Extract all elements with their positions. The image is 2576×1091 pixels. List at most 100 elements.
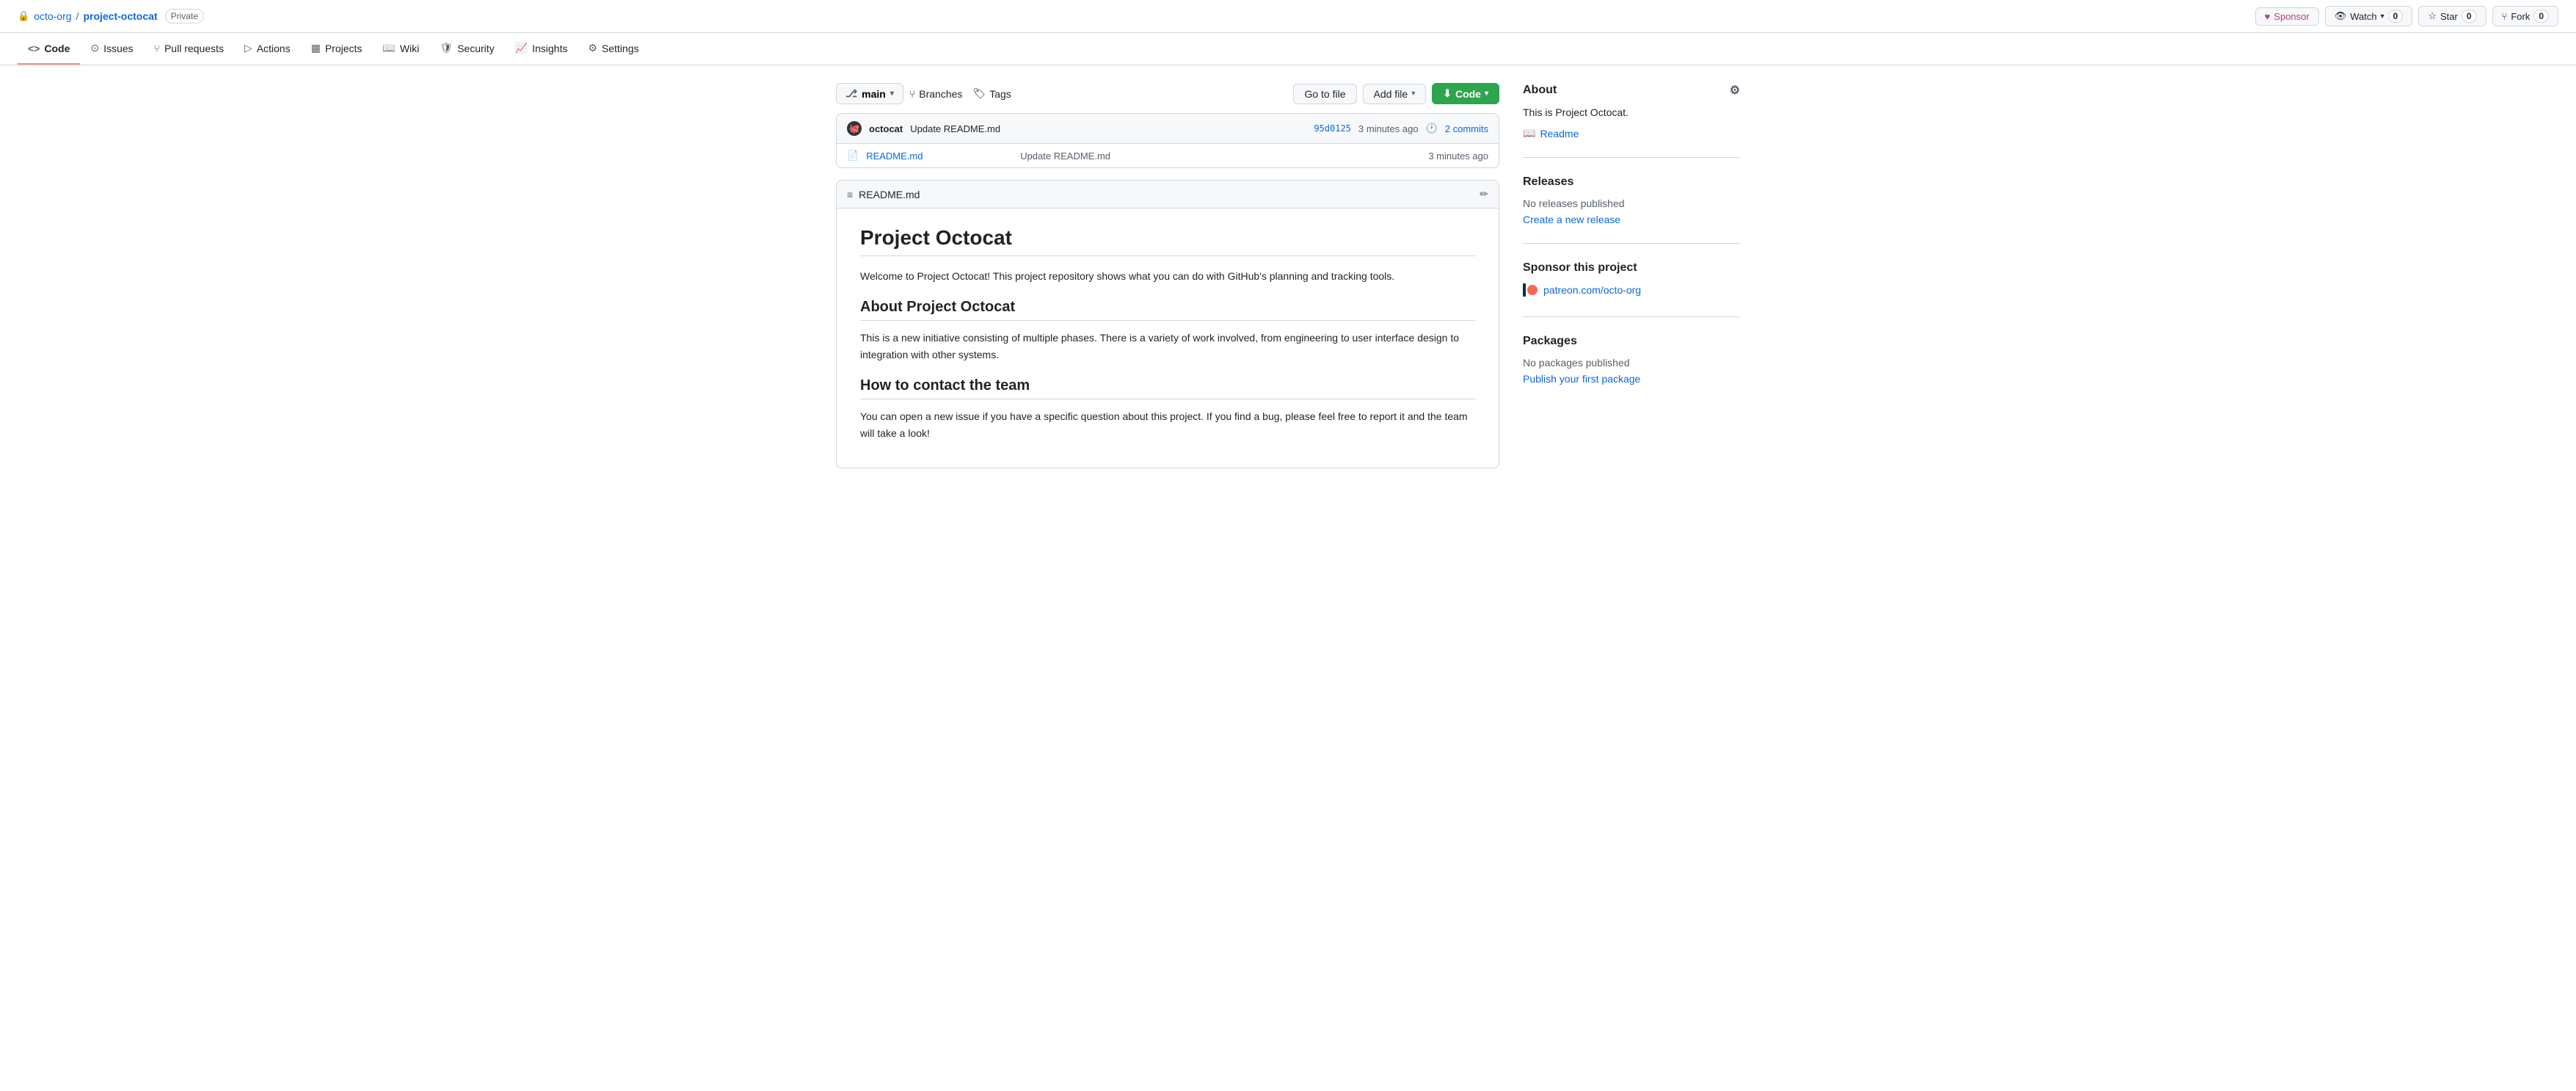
- readme-main-title: Project Octocat: [860, 226, 1475, 256]
- octocat-icon: 🐙: [849, 123, 860, 134]
- sidebar-sponsor-section: Sponsor this project patreon.com/octo-or…: [1523, 261, 1740, 317]
- sponsor-label: Sponsor: [2274, 11, 2309, 22]
- star-label: Star: [2440, 11, 2458, 22]
- sidebar-releases-section: Releases No releases published Create a …: [1523, 175, 1740, 244]
- sidebar-about-title: About ⚙: [1523, 83, 1740, 98]
- issue-icon: ⊙: [90, 42, 99, 54]
- file-time: 3 minutes ago: [1428, 151, 1488, 162]
- sponsor-button[interactable]: ♥ Sponsor: [2255, 7, 2319, 26]
- repo-content: ⎇ main ▾ ⑂ Branches 🏷 Tags Go to file Ad…: [836, 83, 1499, 468]
- repo-nav: <> Code ⊙ Issues ⑂ Pull requests ▷ Actio…: [0, 33, 2576, 65]
- tags-link[interactable]: 🏷 Tags: [972, 87, 1011, 100]
- org-link[interactable]: octo-org: [34, 10, 71, 22]
- wiki-icon: 📖: [382, 42, 395, 54]
- sponsor-title-text: Sponsor this project: [1523, 261, 1637, 275]
- fork-button[interactable]: ⑂ Fork 0: [2492, 6, 2559, 26]
- tab-security[interactable]: 🛡 Security: [429, 33, 504, 65]
- branch-selector[interactable]: ⎇ main ▾: [836, 83, 903, 104]
- eye-icon: 👁: [2335, 10, 2347, 22]
- create-release-link[interactable]: Create a new release: [1523, 214, 1620, 225]
- branches-link[interactable]: ⑂ Branches: [909, 88, 963, 100]
- releases-title-text: Releases: [1523, 175, 1573, 189]
- readme-title: ≡ README.md: [847, 189, 920, 200]
- code-dropdown-button[interactable]: ⬇ Code ▾: [1432, 83, 1499, 104]
- watch-button[interactable]: 👁 Watch ▾ 0: [2325, 6, 2413, 26]
- tab-code-label: Code: [44, 43, 70, 54]
- add-file-button[interactable]: Add file ▾: [1363, 84, 1427, 104]
- readme-box: ≡ README.md ✏ Project Octocat Welcome to…: [836, 180, 1499, 468]
- security-icon: 🛡: [440, 42, 453, 54]
- code-icon: <>: [28, 43, 40, 54]
- publish-package-link[interactable]: Publish your first package: [1523, 373, 1640, 385]
- watch-count: 0: [2388, 10, 2404, 23]
- topbar: 🔒 octo-org / project-octocat Private ♥ S…: [0, 0, 2576, 33]
- star-icon: ☆: [2428, 10, 2437, 22]
- tab-pull-requests[interactable]: ⑂ Pull requests: [144, 34, 234, 65]
- tab-issues[interactable]: ⊙ Issues: [80, 33, 143, 65]
- file-name-link[interactable]: README.md: [866, 151, 1013, 162]
- download-icon: ⬇: [1443, 87, 1452, 100]
- list-icon: ≡: [847, 189, 853, 200]
- readme-link[interactable]: 📖 Readme: [1523, 127, 1579, 139]
- chevron-down-icon: ▾: [2381, 12, 2384, 21]
- tab-security-label: Security: [457, 43, 495, 54]
- repo-sidebar: About ⚙ This is Project Octocat. 📖 Readm…: [1523, 83, 1740, 468]
- readme-contact-heading: How to contact the team: [860, 377, 1475, 399]
- readme-link-label: Readme: [1540, 128, 1579, 139]
- sidebar-packages-section: Packages No packages published Publish y…: [1523, 335, 1740, 402]
- tab-code[interactable]: <> Code: [18, 34, 80, 65]
- no-releases-text: No releases published: [1523, 197, 1740, 209]
- branch-name: main: [862, 88, 886, 100]
- topbar-actions: ♥ Sponsor 👁 Watch ▾ 0 ☆ Star 0 ⑂ Fork 0: [2255, 6, 2558, 26]
- tab-settings-label: Settings: [602, 43, 639, 54]
- fork-count: 0: [2533, 10, 2549, 23]
- settings-icon: ⚙: [588, 42, 597, 54]
- go-to-file-button[interactable]: Go to file: [1293, 84, 1356, 104]
- packages-title-text: Packages: [1523, 335, 1577, 348]
- readme-about-text: This is a new initiative consisting of m…: [860, 330, 1475, 363]
- commit-time: 3 minutes ago: [1358, 123, 1419, 134]
- patreon-circle: [1527, 285, 1538, 295]
- lock-icon: 🔒: [18, 10, 29, 22]
- tab-settings[interactable]: ⚙ Settings: [578, 33, 649, 65]
- tab-actions-label: Actions: [257, 43, 291, 54]
- insights-icon: 📈: [515, 42, 528, 54]
- tag-icon: 🏷: [972, 87, 986, 100]
- repo-identity: 🔒 octo-org / project-octocat Private: [18, 9, 204, 23]
- tab-insights[interactable]: 📈 Insights: [505, 33, 578, 65]
- gear-icon[interactable]: ⚙: [1730, 83, 1740, 98]
- chevron-down-icon: ▾: [890, 90, 894, 98]
- pr-icon: ⑂: [154, 43, 160, 54]
- avatar: 🐙: [847, 121, 862, 136]
- fork-label: Fork: [2511, 11, 2530, 22]
- tab-pr-label: Pull requests: [164, 43, 224, 54]
- tab-actions[interactable]: ▷ Actions: [234, 33, 301, 65]
- patreon-bar: [1523, 283, 1526, 297]
- readme-header: ≡ README.md ✏: [837, 181, 1499, 209]
- commit-sha[interactable]: 95d0125: [1314, 123, 1351, 134]
- branches-label: Branches: [919, 88, 962, 100]
- repo-name-link[interactable]: project-octocat: [83, 10, 157, 22]
- readme-content: Project Octocat Welcome to Project Octoc…: [837, 209, 1499, 468]
- commits-link[interactable]: 2 commits: [1445, 123, 1488, 134]
- file-icon: 📄: [847, 150, 859, 162]
- git-branch-icon: ⎇: [845, 87, 857, 100]
- branch-links: ⑂ Branches 🏷 Tags: [909, 87, 1011, 100]
- sidebar-about-section: About ⚙ This is Project Octocat. 📖 Readm…: [1523, 83, 1740, 158]
- tab-issues-label: Issues: [103, 43, 133, 54]
- patreon-url: patreon.com/octo-org: [1543, 284, 1641, 296]
- patreon-link[interactable]: patreon.com/octo-org: [1523, 283, 1641, 297]
- code-btn-label: Code: [1455, 88, 1481, 100]
- tab-insights-label: Insights: [532, 43, 567, 54]
- sidebar-sponsor-title: Sponsor this project: [1523, 261, 1740, 275]
- star-button[interactable]: ☆ Star 0: [2418, 6, 2486, 26]
- commit-author[interactable]: octocat: [869, 123, 903, 134]
- tab-projects[interactable]: ▦ Projects: [301, 33, 373, 65]
- main-content: ⎇ main ▾ ⑂ Branches 🏷 Tags Go to file Ad…: [818, 65, 1758, 486]
- readme-contact-text: You can open a new issue if you have a s…: [860, 408, 1475, 441]
- tab-wiki[interactable]: 📖 Wiki: [372, 33, 429, 65]
- edit-icon[interactable]: ✏: [1480, 188, 1488, 200]
- readme-intro: Welcome to Project Octocat! This project…: [860, 268, 1475, 284]
- latest-commit-row: 🐙 octocat Update README.md 95d0125 3 min…: [837, 114, 1499, 144]
- file-commit-message: Update README.md: [1020, 151, 1421, 162]
